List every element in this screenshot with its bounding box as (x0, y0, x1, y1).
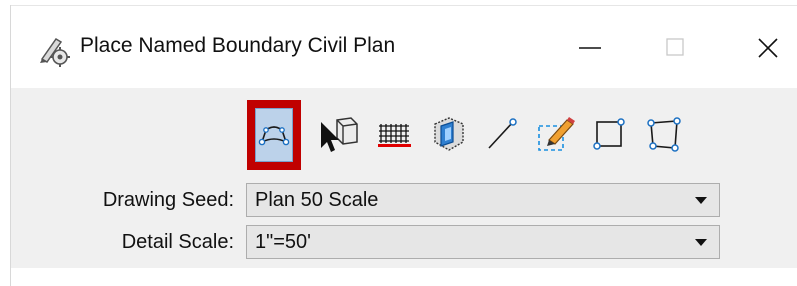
drawing-seed-value: Plan 50 Scale (255, 189, 379, 211)
maximize-button[interactable] (657, 28, 697, 68)
square-points-icon (593, 118, 625, 150)
maximize-icon (666, 38, 684, 56)
chevron-down-icon (695, 239, 707, 246)
detail-scale-select[interactable]: 1"=50' (246, 225, 720, 259)
minimize-icon (579, 47, 601, 49)
civil-plan-tool-button[interactable] (247, 100, 301, 170)
from-element-tool-button[interactable] (529, 100, 583, 170)
cursor-cube-icon (321, 117, 358, 152)
line-points-icon (488, 118, 517, 149)
drawing-seed-label: Drawing Seed: (102, 189, 234, 211)
shape-skewed-tool-button[interactable] (637, 100, 691, 170)
shape-tool-button[interactable] (583, 100, 637, 170)
drawing-seed-select[interactable]: Plan 50 Scale (246, 183, 720, 217)
view-tool-button[interactable] (421, 100, 475, 170)
skewed-square-points-icon (647, 117, 681, 152)
detail-scale-label: Detail Scale: (121, 231, 234, 253)
gear-pencil-icon (36, 33, 70, 67)
detail-scale-value: 1"=50' (255, 231, 311, 253)
grid-red-icon (378, 124, 411, 147)
window-title: Place Named Boundary Civil Plan (80, 34, 396, 57)
two-points-tool-button[interactable] (475, 100, 529, 170)
grid-tool-button[interactable] (367, 100, 421, 170)
civil-boundary-icon (258, 126, 290, 146)
select-element-tool-button[interactable] (313, 100, 367, 170)
close-button[interactable] (748, 28, 788, 68)
view-cube-icon (434, 117, 464, 151)
minimize-button[interactable] (571, 28, 611, 68)
chevron-down-icon (695, 197, 707, 204)
close-icon (758, 38, 778, 58)
pencil-dashed-icon (538, 117, 575, 151)
